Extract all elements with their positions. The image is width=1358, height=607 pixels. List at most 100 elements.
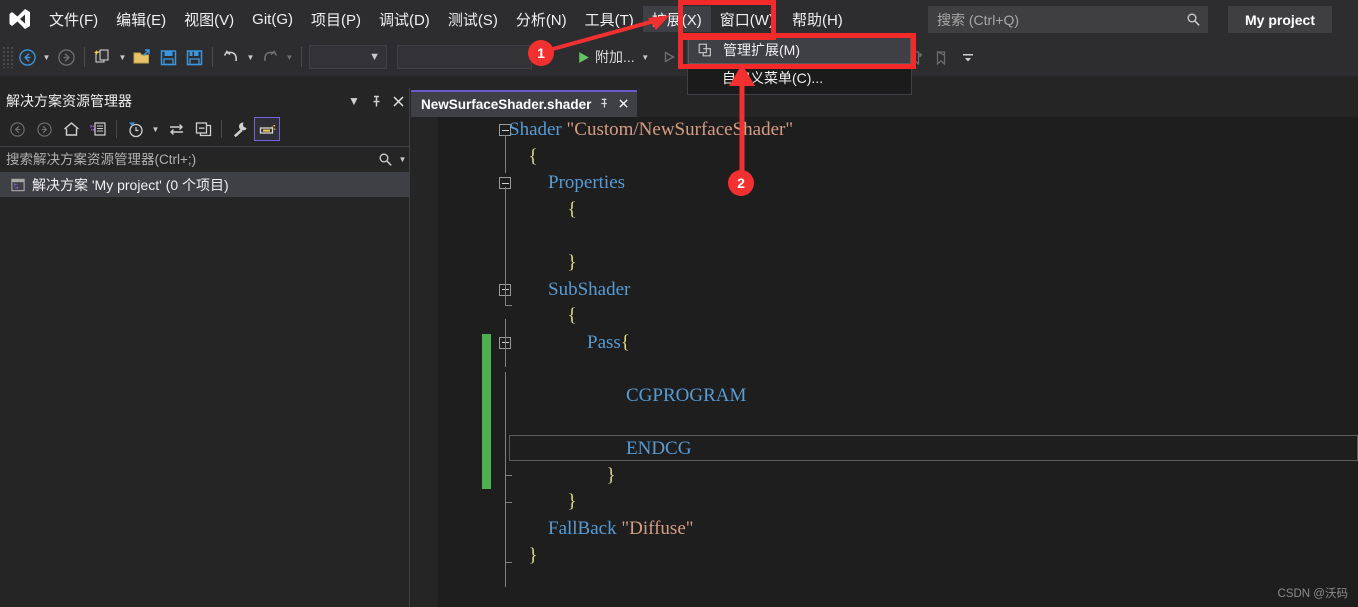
solution-configuration-combo[interactable]: ▼	[309, 45, 387, 69]
code-line[interactable]	[411, 223, 1358, 250]
undo-dropdown-icon[interactable]: ▼	[244, 44, 257, 70]
watermark: CSDN @沃码	[1277, 588, 1348, 600]
editor-tab-label: NewSurfaceShader.shader	[421, 97, 592, 112]
code-line[interactable]: {	[411, 303, 1358, 330]
undo-icon[interactable]	[218, 44, 244, 70]
save-all-icon[interactable]	[181, 44, 207, 70]
open-file-icon[interactable]	[129, 44, 155, 70]
code-line-text: }	[567, 251, 577, 273]
solution-explorer-search-box[interactable]: ▼	[0, 146, 409, 173]
navigate-back-icon[interactable]	[14, 44, 40, 70]
pin-icon[interactable]	[599, 98, 610, 112]
solution-explorer-panel: 解决方案资源管理器 ▼ ▼ 搜索解决方案资源管理器(Ctrl+;) ▼ 解决方案…	[0, 88, 410, 607]
preview-selected-items-icon[interactable]	[254, 117, 280, 141]
code-line[interactable]: }	[411, 543, 1358, 570]
code-line[interactable]	[411, 356, 1358, 383]
chevron-down-icon[interactable]: ▼	[343, 90, 365, 112]
solution-explorer-search-input[interactable]	[0, 151, 374, 168]
solution-explorer-icon[interactable]	[85, 117, 111, 141]
back-icon[interactable]	[4, 117, 30, 141]
toolbar-separator	[301, 47, 302, 67]
editor-area: NewSurfaceShader.shader Shader "Custom/N…	[411, 88, 1358, 607]
global-search-box[interactable]	[928, 6, 1208, 33]
menu-project[interactable]: 项目(P)	[302, 6, 370, 32]
editor-tab-newsurfaceshader[interactable]: NewSurfaceShader.shader	[411, 90, 638, 117]
properties-wrench-icon[interactable]	[227, 117, 253, 141]
start-no-debug-icon[interactable]	[656, 44, 682, 70]
menu-tools[interactable]: 工具(T)	[576, 6, 643, 32]
toolbar-separator	[212, 47, 213, 67]
solution-explorer-toolbar: ▼	[0, 114, 409, 144]
menu-file[interactable]: 文件(F)	[40, 6, 107, 32]
code-line[interactable]: CGPROGRAM	[411, 383, 1358, 410]
navigate-back-dropdown-icon[interactable]: ▼	[40, 44, 53, 70]
redo-dropdown-icon[interactable]: ▼	[283, 44, 296, 70]
search-icon	[1179, 12, 1207, 27]
solution-toolbar-separator	[116, 120, 117, 138]
menu-extensions[interactable]: 扩展(X)	[642, 6, 711, 32]
clear-bookmarks-icon[interactable]	[929, 44, 955, 70]
code-line[interactable]: Properties	[411, 170, 1358, 197]
new-project-icon[interactable]	[90, 44, 116, 70]
code-line[interactable]: ENDCG	[411, 436, 1358, 463]
code-line[interactable]: {	[411, 144, 1358, 171]
collapse-all-icon[interactable]	[190, 117, 216, 141]
code-line[interactable]: }	[411, 463, 1358, 490]
code-line[interactable]: {	[411, 197, 1358, 224]
search-icon	[374, 149, 396, 171]
solution-toolbar-separator	[221, 120, 222, 138]
fold-guide-line	[505, 135, 506, 173]
visual-studio-window: 文件(F) 编辑(E) 视图(V) Git(G) 项目(P) 调试(D) 测试(…	[0, 0, 1358, 607]
menu-test[interactable]: 测试(S)	[439, 6, 507, 32]
home-icon[interactable]	[58, 117, 84, 141]
code-line-text: }	[567, 491, 577, 513]
menu-view[interactable]: 视图(V)	[175, 6, 243, 32]
code-line[interactable]: FallBack "Diffuse"	[411, 516, 1358, 543]
code-editor[interactable]: Shader "Custom/NewSurfaceShader" {Propert…	[411, 117, 1358, 607]
code-line[interactable]	[411, 410, 1358, 437]
code-lines-container[interactable]: Shader "Custom/NewSurfaceShader" {Propert…	[411, 117, 1358, 607]
menu-window[interactable]: 窗口(W)	[711, 6, 783, 32]
fold-guide-endcap	[505, 502, 512, 503]
solution-explorer-title: 解决方案资源管理器	[6, 93, 132, 109]
menu-item-manage-extensions[interactable]: 管理扩展(M)	[688, 36, 911, 64]
menu-analyze[interactable]: 分析(N)	[507, 6, 576, 32]
solution-platform-combo[interactable]	[397, 45, 532, 69]
new-project-dropdown-icon[interactable]: ▼	[116, 44, 129, 70]
global-search-input[interactable]	[929, 10, 1179, 29]
menu-git[interactable]: Git(G)	[243, 6, 302, 32]
code-line-text: SubShader	[548, 278, 631, 300]
save-icon[interactable]	[155, 44, 181, 70]
toolbar-grip[interactable]	[2, 46, 14, 68]
pending-changes-dropdown-icon[interactable]: ▼	[149, 116, 162, 142]
close-icon[interactable]	[387, 90, 409, 112]
code-line-text: {	[567, 198, 577, 220]
close-icon[interactable]	[618, 98, 629, 112]
code-line[interactable]: }	[411, 250, 1358, 277]
menu-item-customize-menu[interactable]: 自定义菜单(C)...	[688, 64, 911, 92]
code-line[interactable]: Shader "Custom/NewSurfaceShader"	[411, 117, 1358, 144]
start-debug-button[interactable]: 附加... ▼	[572, 44, 656, 70]
pin-icon[interactable]	[365, 90, 387, 112]
code-line-text: {	[567, 305, 577, 327]
search-options-dropdown-icon[interactable]: ▼	[396, 147, 409, 173]
fold-guide-endcap	[505, 562, 512, 563]
code-line-text: }	[528, 544, 538, 566]
menu-debug[interactable]: 调试(D)	[370, 6, 439, 32]
code-line[interactable]: Pass{	[411, 330, 1358, 357]
toolbar-overflow-icon[interactable]	[955, 44, 981, 70]
menu-edit[interactable]: 编辑(E)	[107, 6, 175, 32]
code-line[interactable]: }	[411, 489, 1358, 516]
start-debug-dropdown-icon[interactable]: ▼	[639, 44, 652, 70]
forward-icon[interactable]	[31, 117, 57, 141]
menu-help[interactable]: 帮助(H)	[783, 6, 852, 32]
redo-icon[interactable]	[257, 44, 283, 70]
sync-with-active-document-icon[interactable]	[163, 117, 189, 141]
solution-explorer-header: 解决方案资源管理器 ▼	[0, 88, 409, 114]
solution-tree-item-root[interactable]: 解决方案 'My project' (0 个项目)	[0, 173, 409, 197]
code-line[interactable]: SubShader	[411, 277, 1358, 304]
navigate-forward-icon[interactable]	[53, 44, 79, 70]
start-debug-icon	[579, 51, 589, 63]
code-line-text: FallBack "Diffuse"	[548, 517, 694, 539]
pending-changes-icon[interactable]	[122, 117, 148, 141]
